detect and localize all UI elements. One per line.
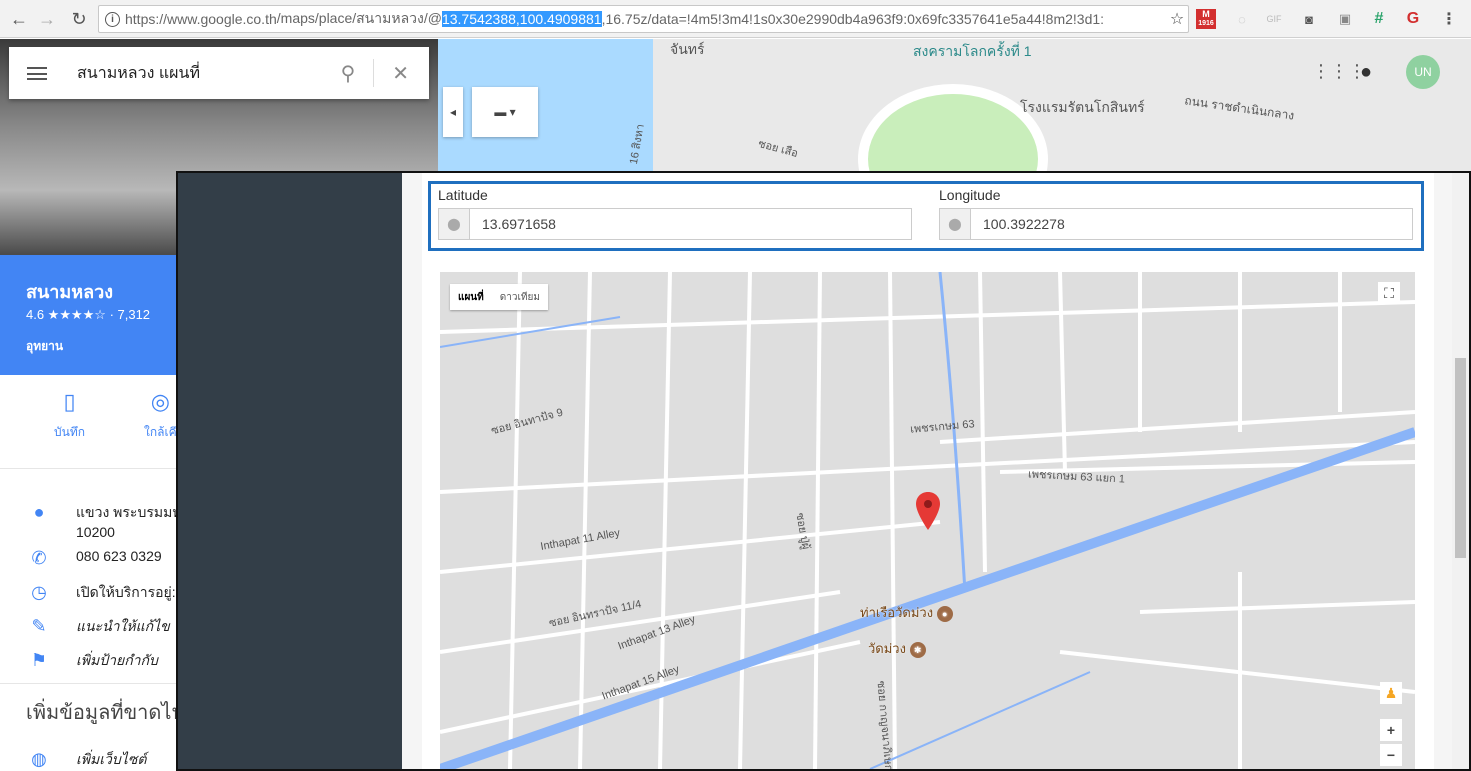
save-label: บันทึก [54,425,85,439]
divider [373,59,375,87]
url-path: /maps/place/สนามหลวง/@ [276,10,442,26]
missing-info-heading: เพิ่มข้อมูลที่ขาดไป [26,702,185,724]
add-website-text: เพิ่มเว็บไซต์ [76,751,147,767]
coordinates-highlight: Latitude ⬤ 13.6971658 Longitude ⬤ 100.39… [428,181,1424,251]
bookmark-star-icon[interactable]: ☆ [1166,9,1188,29]
longitude-field[interactable]: ⬤ 100.3922278 [939,208,1413,240]
scrollbar[interactable] [1452,173,1469,769]
fullscreen-icon[interactable]: ⛶ [1378,282,1400,304]
nearby-icon: ◎ [150,389,170,414]
scrollbar-thumb[interactable] [1455,358,1466,558]
close-icon[interactable]: ✕ [392,61,409,86]
longitude-value: 100.3922278 [983,216,1065,232]
add-website-row[interactable]: ◍ เพิ่มเว็บไซต์ [26,749,146,771]
nearby-button[interactable]: ◎ ใกล้เคี [144,389,177,442]
admin-sidebar [178,173,402,769]
embedded-map[interactable]: แผนที่ ดาวเทียม ⛶ ซอย อินทาปัจ 9 เพชรเกษ… [440,272,1415,769]
map-label-4: ซอย เสือ [756,137,800,161]
hours-row[interactable]: ◷ เปิดให้บริการอยู่: [26,582,176,604]
browser-toolbar: ← → ↻ i https://www.google.co.th/maps/pl… [0,0,1471,38]
address-line2: 10200 [76,524,115,540]
save-button[interactable]: ▯ บันทึก [54,389,85,442]
url-selected-coordinates: 13.7542388,100.4909881 [441,11,602,27]
temple-poi-label: วัดม่วง [868,641,906,656]
place-title: สนามหลวง [26,282,114,302]
url-prefix: https://www.google.co.th [125,11,277,27]
menu-kebab-icon[interactable]: ⋮ [1439,9,1459,29]
temple-poi[interactable]: วัดม่วง ✱ [868,638,926,659]
clock-icon: ◷ [31,582,47,602]
map-type-toggle: แผนที่ ดาวเทียม [450,284,548,310]
zoom-out-button[interactable]: − [1380,744,1402,766]
phone-number: 080 623 0329 [76,548,162,564]
menu-icon[interactable] [27,66,47,80]
map-label-3: ถนน ราชดำเนินกลาง [1183,93,1296,123]
pier-poi[interactable]: ท่าเรือวัดม่วง ● [860,602,953,623]
location-pin-icon: ● [33,502,45,522]
admin-content: Latitude ⬤ 13.6971658 Longitude ⬤ 100.39… [402,173,1469,769]
map-type-button[interactable]: แผนที่ [450,284,492,310]
reload-icon[interactable]: ↻ [66,6,92,32]
add-label-text: เพิ่มป้ายกำกับ [76,652,158,668]
gmail-badge: 1916 [1198,20,1214,27]
pier-poi-label: ท่าเรือวัดม่วง [860,605,934,620]
hash-extension-icon[interactable]: # [1369,9,1389,29]
puzzle-extension-icon[interactable]: ▣ [1335,9,1355,29]
search-icon[interactable]: ⚲ [341,61,356,86]
map-pin-icon: ⬤ [940,209,971,239]
nearby-label: ใกล้เคี [144,425,177,439]
search-input[interactable]: สนามหลวง แผนที่ [77,61,341,86]
suggest-edit-row[interactable]: ✎ แนะนำให้แก้ไข [26,616,170,638]
forward-icon[interactable]: → [34,6,60,32]
address-bar[interactable]: i https://www.google.co.th/maps/place/สน… [98,5,1189,33]
latitude-field[interactable]: ⬤ 13.6971658 [438,208,912,240]
address-row[interactable]: ● แขวง พระบรมมห 10200 [26,502,182,540]
map-pin-icon: ⬤ [439,209,470,239]
latitude-value: 13.6971658 [482,216,556,232]
phone-icon: ✆ [31,548,47,568]
temple-icon: ✱ [909,642,926,658]
red-extension-icon[interactable]: G [1403,9,1423,29]
bookmark-icon: ▯ [63,389,76,414]
flag-icon: ⚑ [30,650,48,670]
satellite-type-button[interactable]: ดาวเทียม [492,284,548,310]
search-box: สนามหลวง แผนที่ ⚲ ✕ [9,47,429,99]
site-info-icon[interactable]: i [105,12,120,27]
hours-text: เปิดให้บริการอยู่: [76,584,176,600]
phone-row[interactable]: ✆ 080 623 0329 [26,548,162,569]
background-map[interactable]: จันทร์ สงครามโลกครั้งที่ 1 โรงแรมรัตนโกส… [438,39,1471,179]
map-label-0: จันทร์ [670,41,705,57]
collapse-panel-button[interactable]: ◂ [443,87,463,137]
gif-extension-icon[interactable]: GIF [1264,9,1284,29]
river-area [438,39,653,179]
admin-window: Latitude ⬤ 13.6971658 Longitude ⬤ 100.39… [176,171,1471,771]
address-line1: แขวง พระบรมมห [76,504,182,520]
keyboard-input-button[interactable]: ▬ ▾ [472,87,538,137]
place-category[interactable]: อุทยาน [26,337,63,356]
gmail-extension-icon[interactable]: M 1916 [1196,9,1216,29]
apps-grid-icon[interactable]: ⋮⋮⋮ [1312,61,1366,82]
longitude-label: Longitude [939,187,1001,203]
globe-icon: ◍ [31,749,47,769]
suggest-edit-text: แนะนำให้แก้ไข [76,618,170,634]
location-marker-icon[interactable] [916,492,940,530]
back-icon[interactable]: ← [6,6,32,32]
latitude-label: Latitude [438,187,488,203]
add-label-row[interactable]: ⚑ เพิ่มป้ายกำกับ [26,650,158,672]
camera-extension-icon[interactable]: ◙ [1299,9,1319,29]
pegman-icon[interactable]: ♟ [1380,682,1402,704]
map-label-1: สงครามโลกครั้งที่ 1 [913,43,1032,59]
zoom-in-button[interactable]: + [1380,719,1402,741]
notifications-icon[interactable]: ● [1360,61,1372,84]
avatar[interactable]: UN [1406,55,1440,89]
place-rating[interactable]: 4.6 ★★★★☆ · 7,312 [26,307,150,323]
url-suffix: ,16.75z/data=!4m5!3m4!1s0x30e2990db4a963… [601,11,1105,27]
extension-icon[interactable]: ◌ [1232,9,1252,29]
form-panel: Latitude ⬤ 13.6971658 Longitude ⬤ 100.39… [422,173,1434,769]
pier-icon: ● [936,606,953,622]
pencil-icon: ✎ [31,616,47,636]
map-label-2: โรงแรมรัตนโกสินทร์ [1020,99,1145,115]
